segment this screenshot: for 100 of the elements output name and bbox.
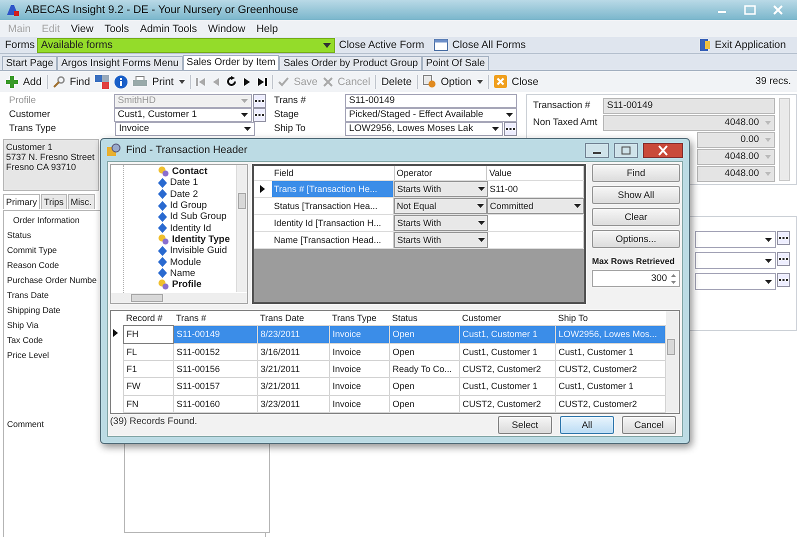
menu-item[interactable]: Help: [256, 22, 278, 34]
print-button[interactable]: Print: [152, 76, 174, 88]
result-row[interactable]: FL S11-00152 3/16/2011 Invoice Open Cust1, Customer 1 Cust1, Customer 1: [111, 343, 665, 360]
close-icon[interactable]: [643, 142, 683, 158]
tree-item[interactable]: Date 2: [170, 188, 198, 200]
dropdown-field[interactable]: Starts With: [394, 232, 488, 248]
column-header: Value: [487, 166, 584, 180]
dialog-button[interactable]: Show All: [592, 186, 680, 204]
dropdown-field[interactable]: Invoice: [115, 122, 255, 136]
close-button[interactable]: Close: [512, 76, 538, 88]
info-icon[interactable]: [114, 74, 128, 88]
find-button[interactable]: Find: [70, 76, 90, 88]
delete-button[interactable]: Delete: [381, 76, 412, 88]
minimize-icon[interactable]: [585, 142, 609, 158]
ellipsis-button[interactable]: [253, 94, 266, 108]
scrollbar-thumb[interactable]: [238, 193, 246, 209]
close-active-form-button[interactable]: Close Active Form: [339, 39, 424, 51]
dropdown-field[interactable]: [695, 273, 776, 290]
table-cell: Invoice: [329, 360, 389, 378]
dialog-button[interactable]: Clear: [592, 208, 680, 226]
scrollbar[interactable]: [779, 98, 790, 181]
ellipsis-button[interactable]: [777, 273, 790, 287]
tree-item[interactable]: Profile: [172, 279, 202, 290]
menu-item[interactable]: Window: [208, 22, 246, 34]
detail-tab[interactable]: Primary: [3, 194, 40, 209]
next-record-icon[interactable]: [242, 76, 252, 86]
scrollbar-thumb[interactable]: [131, 294, 163, 302]
maximize-icon[interactable]: [614, 142, 638, 158]
max-rows-field[interactable]: 300: [592, 270, 680, 287]
first-record-icon[interactable]: [196, 76, 206, 86]
menu-item[interactable]: View: [70, 22, 94, 34]
last-record-icon[interactable]: [256, 76, 267, 86]
dialog-button[interactable]: Select: [498, 416, 552, 434]
form-tab[interactable]: Point Of Sale: [422, 56, 489, 70]
tree-item[interactable]: Id Group: [170, 200, 207, 212]
ellipsis-button[interactable]: [777, 231, 790, 245]
dialog-button[interactable]: All: [560, 416, 614, 434]
add-button[interactable]: Add: [23, 76, 42, 88]
spinner-arrows-icon[interactable]: [670, 272, 677, 284]
tree-item[interactable]: Invisible Guid: [170, 245, 228, 256]
ellipsis-button[interactable]: [253, 108, 266, 122]
tree-item[interactable]: Module: [170, 256, 202, 268]
caret-icon[interactable]: [178, 80, 185, 84]
close-all-forms-button[interactable]: Close All Forms: [452, 39, 526, 51]
dropdown-field[interactable]: LOW2956, Lowes Moses Lak: [345, 122, 503, 136]
ellipsis-button[interactable]: [777, 252, 790, 266]
menu-item[interactable]: Tools: [104, 22, 129, 34]
table-cell: 8/23/2011: [257, 326, 329, 344]
form-tab[interactable]: Sales Order by Product Group: [279, 56, 422, 70]
dropdown-field[interactable]: [695, 231, 776, 248]
dialog-button[interactable]: Find: [592, 164, 680, 182]
tree-item[interactable]: Identity Type: [172, 234, 230, 245]
option-button[interactable]: Option: [440, 76, 472, 88]
form-tab[interactable]: Argos Insight Forms Menu: [57, 56, 183, 70]
dialog-button[interactable]: Cancel: [622, 416, 676, 434]
caret-icon: [476, 204, 484, 208]
ellipsis-button[interactable]: [504, 122, 517, 136]
refresh-icon[interactable]: [226, 76, 237, 87]
scrollbar[interactable]: [236, 165, 247, 292]
forms-dropdown[interactable]: Available forms: [37, 38, 335, 52]
caret-icon: [323, 42, 331, 48]
field-label: Stage: [273, 109, 300, 120]
previous-record-icon[interactable]: [210, 76, 221, 86]
scrollbar-thumb[interactable]: [666, 339, 674, 355]
scrollbar[interactable]: [111, 293, 247, 303]
form-tab[interactable]: Start Page: [2, 56, 58, 70]
column-header: Field: [272, 166, 395, 180]
caret-icon: [765, 238, 772, 242]
caret-icon[interactable]: [476, 80, 483, 84]
grid-icon[interactable]: [95, 74, 110, 88]
detail-tab[interactable]: Misc.: [68, 194, 95, 209]
caret-icon: [765, 172, 771, 176]
input-field[interactable]: S11-00: [488, 181, 584, 197]
dropdown-field[interactable]: Picked/Staged - Effect Available: [345, 108, 517, 122]
tree-item[interactable]: Contact: [172, 166, 208, 178]
text-field[interactable]: S11-00149: [345, 94, 517, 108]
result-row[interactable]: FW S11-00157 3/21/2011 Invoice Open Cust1, Customer 1 Cust1, Customer 1: [111, 378, 665, 396]
field-label: Customer: [8, 109, 52, 120]
dropdown-field[interactable]: Starts With: [394, 181, 488, 197]
dropdown-field[interactable]: Starts With: [394, 215, 488, 231]
tree-item[interactable]: Name: [170, 268, 196, 279]
dropdown-field[interactable]: Committed: [486, 198, 584, 214]
tree-item[interactable]: Date 1: [170, 177, 198, 188]
scrollbar[interactable]: [666, 311, 679, 413]
address-line: Fresno CA 93710: [6, 162, 76, 172]
result-row[interactable]: F1 S11-00156 3/21/2011 Invoice Ready To Co... CUST2, Customer2 CUST2, Customer2: [111, 360, 665, 378]
dropdown-field[interactable]: Cust1, Customer 1: [114, 108, 252, 122]
result-row[interactable]: FN S11-00160 3/23/2011 Invoice Open CUST2, Customer2 CUST2, Customer2: [111, 395, 665, 412]
dropdown-field[interactable]: [695, 252, 776, 269]
exit-application-button[interactable]: Exit Application: [714, 39, 786, 51]
table-cell: Open: [389, 395, 459, 412]
menu-item[interactable]: Admin Tools: [140, 22, 197, 34]
table-cell: CUST2, Customer2: [459, 360, 555, 378]
dropdown-field[interactable]: Not Equal: [394, 198, 487, 214]
form-tab[interactable]: Sales Order by Item: [182, 55, 280, 70]
tree-item[interactable]: Identity Id: [170, 222, 212, 234]
dialog-button[interactable]: Options...: [592, 230, 680, 248]
detail-tab[interactable]: Trips: [41, 194, 67, 209]
tree-item[interactable]: Id Sub Group: [170, 211, 227, 222]
result-row[interactable]: FH S11-00149 8/23/2011 Invoice Open Cust1, Customer 1 LOW2956, Lowes Mos...: [111, 326, 665, 344]
